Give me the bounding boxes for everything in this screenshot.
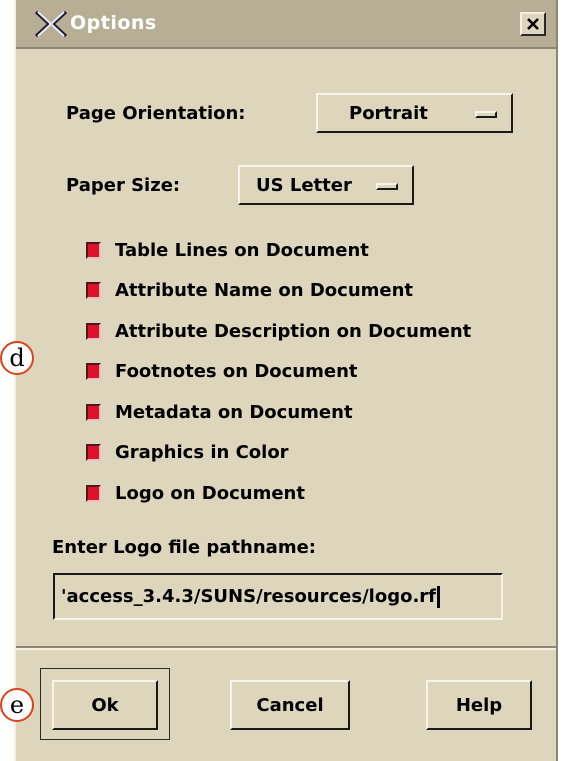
- x-logo-icon: [34, 10, 68, 38]
- page-orientation-value: Portrait: [349, 102, 428, 124]
- checkbox-graphics-color[interactable]: Graphics in Color: [86, 433, 471, 474]
- option-menu-indicator-icon: [376, 183, 398, 190]
- callout-d: d: [0, 341, 34, 375]
- checkbox-metadata[interactable]: Metadata on Document: [86, 392, 471, 433]
- logo-path-label: Enter Logo file pathname:: [52, 537, 316, 558]
- ok-button[interactable]: Ok: [52, 680, 158, 730]
- options-dialog: Options Page Orientation: Portrait Paper…: [14, 0, 558, 761]
- close-button[interactable]: [520, 12, 546, 36]
- checkbox-attribute-name[interactable]: Attribute Name on Document: [86, 271, 471, 312]
- checkbox-attribute-description[interactable]: Attribute Description on Document: [86, 311, 471, 352]
- page-orientation-menu[interactable]: Portrait: [316, 93, 513, 133]
- logo-path-input[interactable]: 'access_3.4.3/SUNS/resources/logo.rf: [53, 573, 503, 620]
- logo-path-value: 'access_3.4.3/SUNS/resources/logo.rf: [61, 586, 436, 607]
- text-cursor: [437, 585, 440, 608]
- title-bar[interactable]: Options: [16, 0, 556, 49]
- checkbox-checked-icon[interactable]: [86, 363, 101, 381]
- checkbox-checked-icon[interactable]: [86, 241, 101, 259]
- page-orientation-label: Page Orientation:: [66, 103, 246, 124]
- paper-size-menu[interactable]: US Letter: [238, 165, 414, 205]
- checkbox-label: Metadata on Document: [115, 401, 353, 423]
- help-button[interactable]: Help: [426, 680, 532, 730]
- checkbox-label: Logo on Document: [115, 482, 305, 504]
- checkbox-label: Attribute Name on Document: [115, 280, 414, 302]
- option-menu-indicator-icon: [475, 111, 497, 118]
- checkbox-label: Footnotes on Document: [115, 361, 358, 383]
- checkbox-checked-icon[interactable]: [86, 282, 101, 300]
- checkbox-logo[interactable]: Logo on Document: [86, 473, 471, 514]
- callout-e: e: [0, 688, 34, 722]
- checkbox-checked-icon[interactable]: [86, 403, 101, 421]
- checkbox-label: Graphics in Color: [115, 442, 289, 464]
- cancel-button[interactable]: Cancel: [230, 680, 350, 730]
- divider: [16, 646, 556, 650]
- checkbox-footnotes[interactable]: Footnotes on Document: [86, 352, 471, 393]
- close-icon: [527, 18, 539, 30]
- checkbox-label: Attribute Description on Document: [115, 320, 472, 342]
- checkbox-table-lines[interactable]: Table Lines on Document: [86, 230, 471, 271]
- document-options-list: Table Lines on Document Attribute Name o…: [86, 230, 471, 514]
- paper-size-label: Paper Size:: [66, 175, 181, 196]
- window-title: Options: [70, 12, 157, 34]
- checkbox-label: Table Lines on Document: [115, 239, 369, 261]
- paper-size-value: US Letter: [256, 174, 352, 196]
- checkbox-checked-icon[interactable]: [86, 444, 101, 462]
- checkbox-checked-icon[interactable]: [86, 322, 101, 340]
- checkbox-checked-icon[interactable]: [86, 484, 101, 502]
